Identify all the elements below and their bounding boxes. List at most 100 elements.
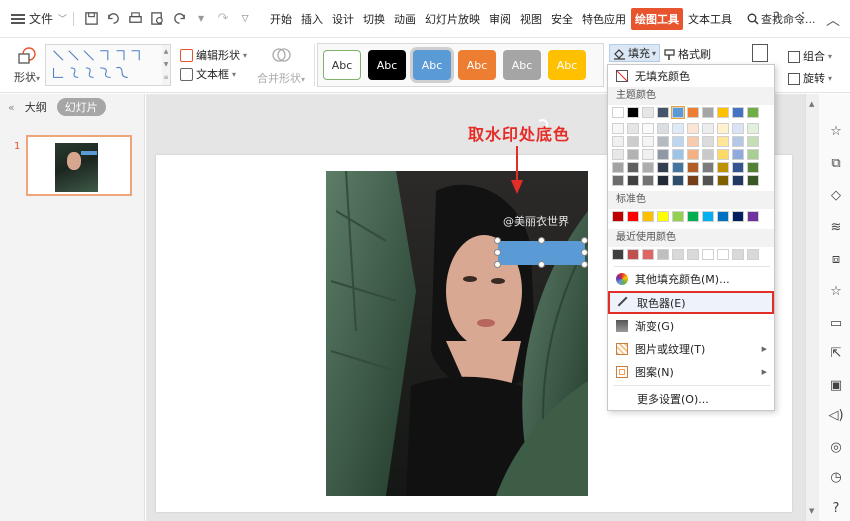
gallery-scroll[interactable]: ▲ ▼ ≡ (162, 44, 171, 86)
theme-shade-swatch[interactable] (702, 149, 714, 160)
theme-shade-swatch[interactable] (717, 149, 729, 160)
theme-shade-swatch[interactable] (732, 136, 744, 147)
shape-gallery[interactable] (45, 44, 163, 86)
theme-color-swatch-5[interactable] (671, 106, 685, 119)
theme-shade-swatch[interactable] (687, 136, 699, 147)
shape-icon[interactable]: ◇ (828, 188, 844, 204)
textbox-button[interactable]: 文本框 ▾ (180, 65, 247, 84)
tab-slides[interactable]: 幻灯片 (56, 98, 106, 116)
collapse-panel-icon[interactable]: « (8, 101, 15, 114)
theme-color-swatch-7[interactable] (702, 107, 714, 118)
tab-transition[interactable]: 切换 (359, 8, 389, 30)
star-icon[interactable]: ☆ (828, 284, 844, 300)
theme-color-swatch-1[interactable] (612, 107, 624, 118)
standard-color-swatch-1[interactable] (612, 211, 624, 222)
window-icon[interactable]: ▭ (828, 316, 844, 332)
theme-shade-swatch[interactable] (672, 136, 684, 147)
theme-shade-swatch[interactable] (612, 162, 624, 173)
theme-shade-swatch[interactable] (672, 175, 684, 186)
tab-special-apps[interactable]: 特色应用 (578, 8, 630, 30)
standard-color-swatch-9[interactable] (732, 211, 744, 222)
more-icon[interactable]: ⋮ (796, 10, 810, 30)
theme-color-swatch-4[interactable] (657, 107, 669, 118)
recent-color-swatch-4[interactable] (657, 249, 669, 260)
tab-drawing-tools[interactable]: 绘图工具 (631, 7, 684, 30)
theme-color-swatch-3[interactable] (642, 107, 654, 118)
picture-texture-option[interactable]: 图片或纹理(T) ▶ (608, 339, 774, 359)
resize-handle[interactable] (581, 261, 588, 268)
theme-shade-swatch[interactable] (642, 149, 654, 160)
recent-color-swatch-6[interactable] (687, 249, 699, 260)
tab-view[interactable]: 视图 (516, 8, 546, 30)
eyedropper-option[interactable]: 取色器(E) (608, 291, 774, 314)
no-fill-option[interactable]: 无填充颜色 (608, 66, 774, 86)
chevron-down-icon[interactable]: ▼ (193, 11, 209, 27)
recent-color-swatch-9[interactable] (732, 249, 744, 260)
theme-color-swatch-2[interactable] (627, 107, 639, 118)
more-settings-option[interactable]: 更多设置(O)... (608, 389, 774, 409)
tab-security[interactable]: 安全 (547, 8, 577, 30)
theme-shade-swatch[interactable] (717, 175, 729, 186)
tab-design[interactable]: 设计 (328, 8, 358, 30)
menu-icon[interactable] (11, 13, 25, 24)
merge-shape-button[interactable]: 合并形状▾ (257, 42, 305, 86)
recent-color-swatch-8[interactable] (717, 249, 729, 260)
theme-shade-swatch[interactable] (612, 149, 624, 160)
theme-shade-swatch[interactable] (642, 136, 654, 147)
recent-color-swatch-3[interactable] (642, 249, 654, 260)
clock-icon[interactable]: ◷ (828, 470, 844, 486)
theme-shade-swatch[interactable] (732, 175, 744, 186)
style-sample-4[interactable]: Abc (458, 50, 496, 80)
theme-shade-swatch[interactable] (732, 162, 744, 173)
theme-color-swatch-9[interactable] (732, 107, 744, 118)
theme-color-swatch-10[interactable] (747, 107, 759, 118)
resize-handle[interactable] (494, 261, 501, 268)
preview-icon[interactable] (149, 11, 165, 27)
theme-shade-swatch[interactable] (702, 136, 714, 147)
rotate-button[interactable]: 旋转 ▾ (788, 68, 832, 90)
standard-color-swatch-5[interactable] (672, 211, 684, 222)
collapse-ribbon-icon[interactable]: ︿ (826, 10, 840, 30)
scroll-down-icon[interactable]: ▼ (809, 507, 814, 515)
audio-icon[interactable]: ◁) (828, 408, 844, 424)
theme-shade-swatch[interactable] (687, 162, 699, 173)
image-icon[interactable]: ⧈ (828, 252, 844, 268)
tab-text-tools[interactable]: 文本工具 (684, 8, 736, 30)
theme-shade-swatch[interactable] (717, 162, 729, 173)
recent-color-swatch-1[interactable] (612, 249, 624, 260)
theme-shade-swatch[interactable] (642, 175, 654, 186)
theme-shade-swatch[interactable] (747, 175, 759, 186)
redo-icon[interactable] (171, 11, 187, 27)
theme-shade-swatch[interactable] (612, 136, 624, 147)
resize-handle[interactable] (494, 237, 501, 244)
theme-shade-swatch[interactable] (747, 162, 759, 173)
theme-shade-swatch[interactable] (717, 136, 729, 147)
standard-color-swatch-8[interactable] (717, 211, 729, 222)
style-sample-5[interactable]: Abc (503, 50, 541, 80)
theme-shade-swatch[interactable] (717, 123, 729, 134)
theme-shade-swatch[interactable] (702, 162, 714, 173)
group-button[interactable]: 组合 ▾ (788, 46, 832, 68)
theme-shade-swatch[interactable] (702, 175, 714, 186)
theme-color-swatch-6[interactable] (687, 107, 699, 118)
standard-color-swatch-2[interactable] (627, 211, 639, 222)
style-sample-1[interactable]: Abc (323, 50, 361, 80)
gradient-option[interactable]: 渐变(G) (608, 316, 774, 336)
tab-animation[interactable]: 动画 (390, 8, 420, 30)
slide-thumbnail[interactable] (26, 135, 132, 196)
resize-handle[interactable] (581, 237, 588, 244)
theme-shade-swatch[interactable] (612, 123, 624, 134)
standard-color-swatch-7[interactable] (702, 211, 714, 222)
recent-color-swatch-7[interactable] (702, 249, 714, 260)
help-icon[interactable]: ? (828, 501, 844, 517)
standard-color-swatch-4[interactable] (657, 211, 669, 222)
file-menu[interactable]: 文件 ﹀ (29, 10, 67, 27)
history-icon[interactable]: ◎ (828, 440, 844, 456)
fill-button[interactable]: 填充 ▾ (609, 44, 661, 62)
assist-icon[interactable]: ☆ (828, 124, 844, 140)
theme-shade-swatch[interactable] (642, 123, 654, 134)
theme-shade-swatch[interactable] (732, 123, 744, 134)
theme-shade-swatch[interactable] (672, 149, 684, 160)
theme-shade-swatch[interactable] (642, 162, 654, 173)
theme-shade-swatch[interactable] (747, 136, 759, 147)
